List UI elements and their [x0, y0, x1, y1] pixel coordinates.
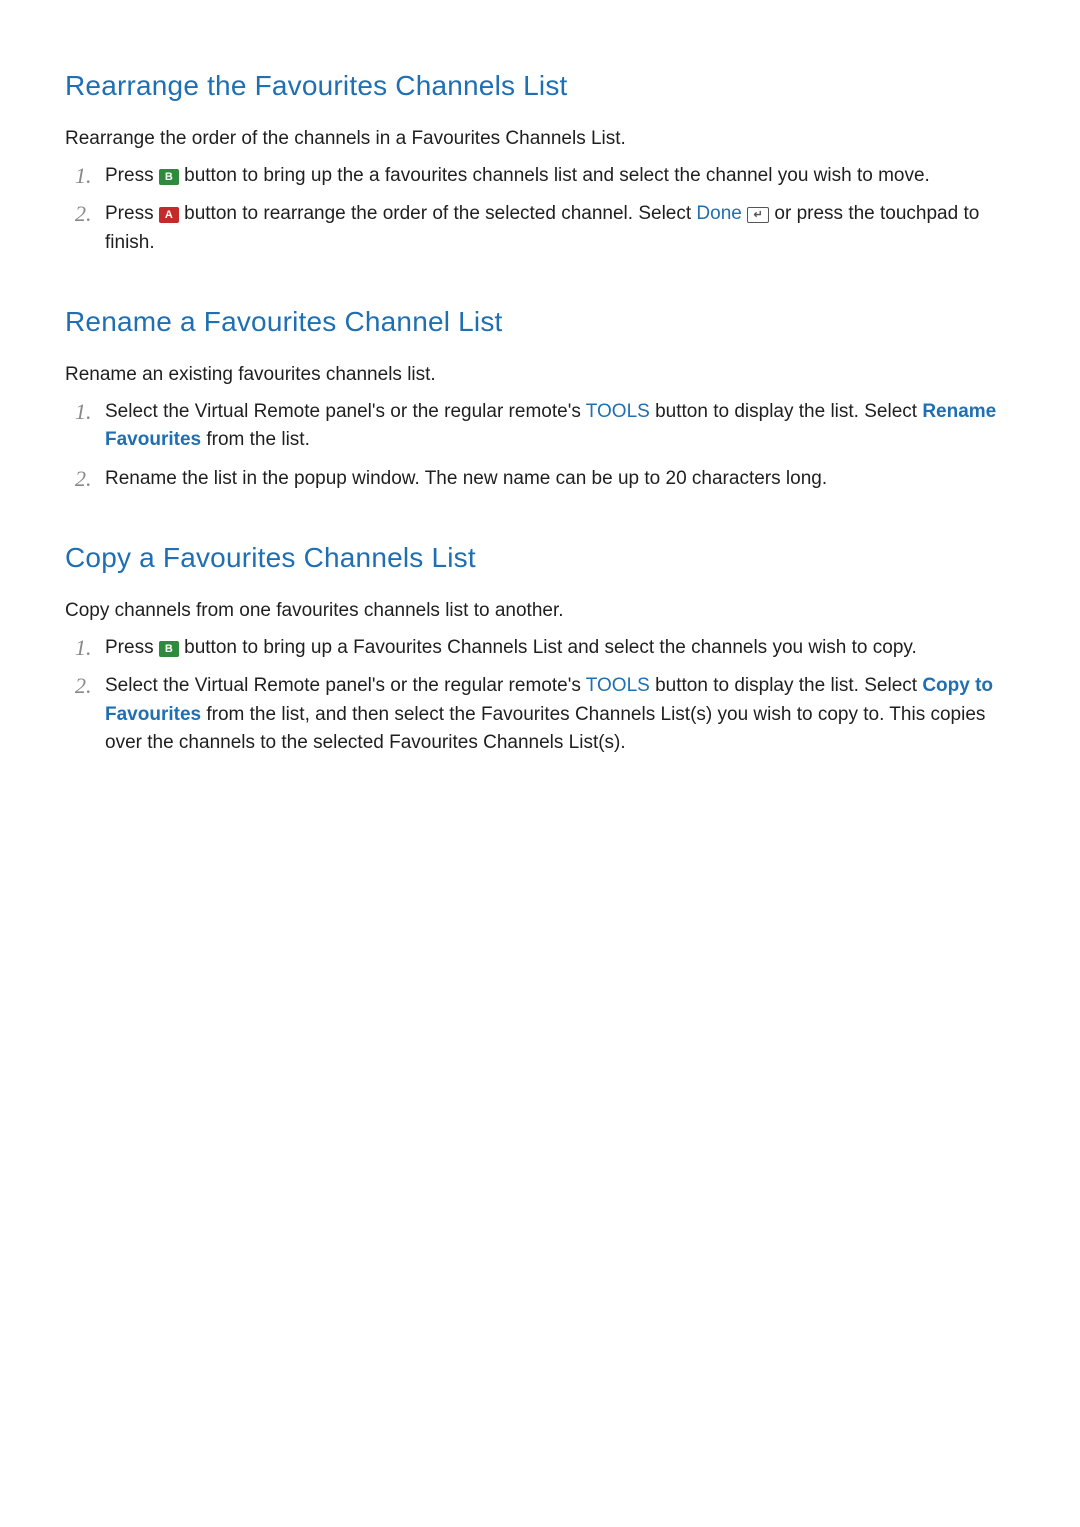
- section-rename: Rename a Favourites Channel List Rename …: [65, 301, 1015, 493]
- step-text: Select the Virtual Remote panel's or the…: [105, 675, 586, 696]
- a-button-icon: A: [159, 207, 179, 223]
- step-text: button to bring up the a favourites chan…: [179, 165, 930, 186]
- step-text: button to bring up a Favourites Channels…: [179, 637, 917, 658]
- intro-rename: Rename an existing favourites channels l…: [65, 361, 1015, 390]
- section-copy: Copy a Favourites Channels List Copy cha…: [65, 537, 1015, 758]
- keyword-tools: TOOLS: [586, 401, 650, 422]
- steps-copy: 1. Press B button to bring up a Favourit…: [65, 634, 1015, 758]
- copy-step-2: 2. Select the Virtual Remote panel's or …: [65, 672, 1015, 758]
- keyword-tools: TOOLS: [586, 675, 650, 696]
- step-number: 1.: [75, 159, 92, 192]
- rename-step-1: 1. Select the Virtual Remote panel's or …: [65, 398, 1015, 455]
- step-text: Press: [105, 637, 159, 658]
- enter-icon: ↵: [747, 207, 769, 223]
- intro-copy: Copy channels from one favourites channe…: [65, 597, 1015, 626]
- heading-copy: Copy a Favourites Channels List: [65, 537, 1015, 579]
- step-number: 2.: [75, 462, 92, 495]
- steps-rearrange: 1. Press B button to bring up the a favo…: [65, 162, 1015, 258]
- steps-rename: 1. Select the Virtual Remote panel's or …: [65, 398, 1015, 494]
- step-number: 1.: [75, 395, 92, 428]
- step-text: button to display the list. Select: [650, 401, 923, 422]
- step-text: button to display the list. Select: [650, 675, 923, 696]
- step-text: from the list.: [201, 429, 310, 450]
- keyword-done: Done: [696, 203, 741, 224]
- intro-rearrange: Rearrange the order of the channels in a…: [65, 125, 1015, 154]
- heading-rename: Rename a Favourites Channel List: [65, 301, 1015, 343]
- step-text: Press: [105, 203, 159, 224]
- step-text: Select the Virtual Remote panel's or the…: [105, 401, 586, 422]
- heading-rearrange: Rearrange the Favourites Channels List: [65, 65, 1015, 107]
- rearrange-step-1: 1. Press B button to bring up the a favo…: [65, 162, 1015, 191]
- step-number: 1.: [75, 631, 92, 664]
- rename-step-2: 2. Rename the list in the popup window. …: [65, 465, 1015, 494]
- step-text: Press: [105, 165, 159, 186]
- b-button-icon: B: [159, 169, 179, 185]
- rearrange-step-2: 2. Press A button to rearrange the order…: [65, 200, 1015, 257]
- step-number: 2.: [75, 197, 92, 230]
- step-text: from the list, and then select the Favou…: [105, 704, 985, 754]
- manual-page: Rearrange the Favourites Channels List R…: [0, 0, 1080, 1527]
- section-rearrange: Rearrange the Favourites Channels List R…: [65, 65, 1015, 257]
- copy-step-1: 1. Press B button to bring up a Favourit…: [65, 634, 1015, 663]
- step-number: 2.: [75, 669, 92, 702]
- step-text: button to rearrange the order of the sel…: [179, 203, 697, 224]
- step-text: Rename the list in the popup window. The…: [105, 468, 827, 489]
- b-button-icon: B: [159, 641, 179, 657]
